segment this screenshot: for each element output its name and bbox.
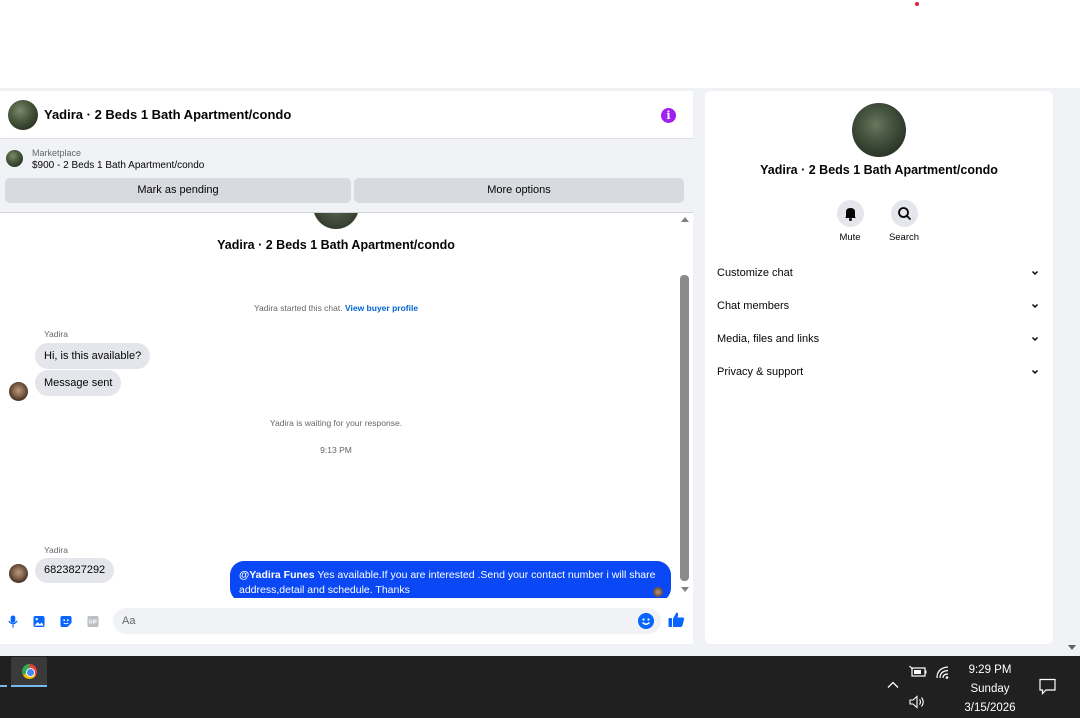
media-files-links-section[interactable]: Media, files and links [717,326,1039,352]
info-name: Yadira · 2 Beds 1 Bath Apartment/condo [760,163,998,177]
chat-header: Yadira · 2 Beds 1 Bath Apartment/condo i [0,91,693,139]
bell-icon [844,208,856,221]
chat-members-section[interactable]: Chat members [717,293,1039,319]
thumbs-up-icon[interactable] [668,611,685,628]
more-options-button[interactable]: More options [354,178,684,203]
chrome-icon [22,664,37,679]
chevron-down-icon [1031,369,1039,375]
chevron-up-icon[interactable] [887,681,899,689]
chevron-down-icon [1031,336,1039,342]
chat-title[interactable]: Yadira · 2 Beds 1 Bath Apartment/condo [44,107,291,122]
message-list: Yadira · 2 Beds 1 Bath Apartment/condo Y… [0,213,678,598]
chat-started-notice: Yadira started this chat. View buyer pro… [0,303,672,313]
gif-icon[interactable]: GIF [87,615,99,628]
notification-dot [915,2,919,6]
mute-button[interactable]: Mute [830,200,870,243]
info-avatar[interactable] [852,103,906,157]
chat-avatar[interactable] [8,99,38,130]
marketplace-bar: Marketplace $900 - 2 Beds 1 Bath Apartme… [0,139,693,213]
chat-panel: Yadira · 2 Beds 1 Bath Apartment/condo i… [0,91,693,644]
seen-indicator [653,587,663,597]
clock-time: 9:29 PM [968,664,1012,676]
scroll-up-arrow[interactable] [681,217,689,222]
incoming-message[interactable]: 6823827292 [35,558,115,583]
svg-text:GIF: GIF [89,620,97,626]
mark-as-pending-button[interactable]: Mark as pending [5,178,351,203]
clock-day: Sunday [970,683,1010,695]
microphone-icon[interactable] [7,615,19,628]
customize-chat-section[interactable]: Customize chat [717,260,1039,286]
scroll-down-arrow[interactable] [681,587,689,592]
intro-name: Yadira · 2 Beds 1 Bath Apartment/condo [217,238,455,252]
chevron-down-icon [1031,270,1039,276]
search-label: Search [888,232,920,243]
privacy-support-section[interactable]: Privacy & support [717,359,1039,385]
message-scrollbar[interactable] [678,217,692,597]
incoming-message[interactable]: Hi, is this available? [35,343,151,369]
chevron-down-icon [1031,303,1039,309]
active-indicator [11,685,47,687]
sticker-icon[interactable] [60,615,72,628]
outgoing-message[interactable]: @Yadira Funes Yes available.If you are i… [230,561,671,598]
mute-label: Mute [839,232,861,243]
message-timestamp: 9:13 PM [320,445,352,455]
sender-avatar[interactable] [9,564,28,583]
sender-avatar[interactable] [9,382,28,401]
battery-icon[interactable] [909,665,927,679]
marketplace-label: Marketplace [32,148,82,158]
section-label: Media, files and links [717,333,820,345]
info-icon[interactable]: i [661,108,676,123]
waiting-notice: Yadira is waiting for your response. [269,418,403,428]
search-button[interactable]: Search [884,200,924,243]
search-icon [897,207,911,220]
photo-icon[interactable] [33,615,45,628]
view-buyer-profile-link[interactable]: View buyer profile [345,303,418,313]
mention-tag[interactable]: @Yadira Funes [239,569,315,581]
message-sender: Yadira [44,545,68,555]
message-composer: GIF [0,598,693,644]
page-scroll-down-arrow[interactable] [1068,645,1076,650]
section-label: Chat members [717,300,790,312]
volume-icon[interactable] [909,695,927,709]
section-label: Privacy & support [717,366,804,378]
message-sender: Yadira [44,329,68,339]
listing-title[interactable]: $900 - 2 Beds 1 Bath Apartment/condo [32,160,204,171]
emoji-icon[interactable] [638,613,654,629]
network-icon[interactable] [935,665,951,680]
intro-avatar [313,213,359,229]
incoming-message[interactable]: Message sent [35,370,122,396]
message-input[interactable] [113,608,661,634]
notification-center-icon[interactable] [1039,678,1056,695]
chrome-taskbar-button[interactable] [11,657,47,687]
scroll-thumb[interactable] [680,275,689,581]
clock-date: 3/15/2026 [964,702,1016,714]
taskbar-accent [0,685,7,687]
taskbar: 9:29 PM Sunday 3/15/2026 [0,656,1080,718]
chat-started-text: Yadira started this chat. [253,303,343,313]
system-clock[interactable]: 9:29 PM Sunday 3/15/2026 [950,661,1030,718]
page-top-area [0,0,1080,88]
chat-info-panel: Yadira · 2 Beds 1 Bath Apartment/condo M… [705,91,1053,644]
listing-thumbnail[interactable] [6,150,23,167]
section-label: Customize chat [717,267,793,279]
